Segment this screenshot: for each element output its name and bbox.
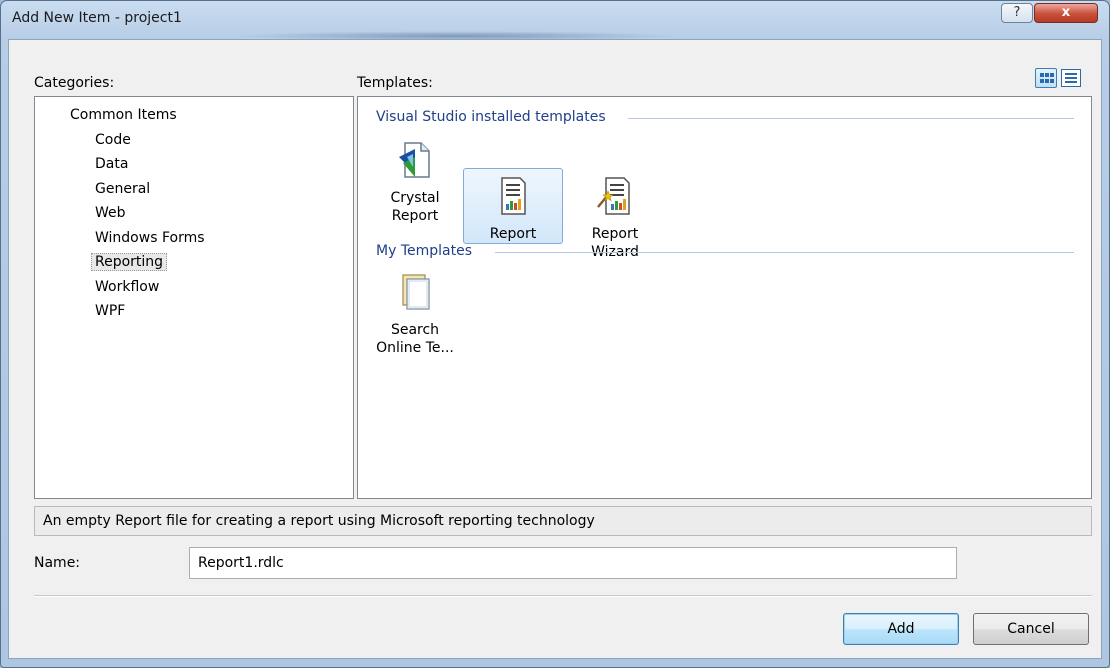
template-label: Report xyxy=(591,226,639,242)
report-icon xyxy=(493,175,533,217)
template-label: Report xyxy=(391,208,439,224)
dialog-title: Add New Item - project1 xyxy=(12,10,182,26)
categories-tree[interactable]: Common Items Code Data General Web Windo… xyxy=(34,96,354,499)
group-divider xyxy=(628,118,1074,119)
help-button[interactable]: ? xyxy=(1001,3,1033,23)
add-button[interactable]: Add xyxy=(843,613,959,645)
category-general[interactable]: General xyxy=(91,180,154,198)
group-header-my-templates: My Templates xyxy=(376,243,472,259)
search-online-templates-icon xyxy=(395,271,435,313)
category-workflow[interactable]: Workflow xyxy=(91,278,163,296)
category-wpf[interactable]: WPF xyxy=(91,302,129,320)
template-search-online[interactable]: Search Online Te... xyxy=(365,264,465,374)
category-common-items[interactable]: Common Items xyxy=(66,106,181,124)
add-new-item-dialog: Add New Item - project1 ? x Categories: … xyxy=(0,0,1110,668)
name-input[interactable] xyxy=(189,547,957,579)
large-icons-view-button[interactable] xyxy=(1035,68,1057,88)
template-label: Search xyxy=(390,322,440,338)
category-data[interactable]: Data xyxy=(91,155,132,173)
template-description: An empty Report file for creating a repo… xyxy=(34,506,1092,536)
report-wizard-icon xyxy=(595,175,635,217)
template-label: Online Te... xyxy=(376,340,454,356)
template-report-wizard[interactable]: Report Wizard xyxy=(565,168,665,268)
cancel-button[interactable]: Cancel xyxy=(973,613,1089,645)
name-label: Name: xyxy=(34,555,81,571)
category-code[interactable]: Code xyxy=(91,131,135,149)
templates-list[interactable]: Visual Studio installed templates Crysta… xyxy=(357,96,1092,499)
templates-label: Templates: xyxy=(357,75,433,91)
categories-label: Categories: xyxy=(34,75,115,91)
template-crystal-report[interactable]: Crystal Report xyxy=(365,132,465,232)
dialog-client-area: Categories: Templates: Common Items Code… xyxy=(8,39,1102,659)
group-header-installed: Visual Studio installed templates xyxy=(376,109,606,125)
crystal-report-icon xyxy=(395,139,435,181)
dialog-separator xyxy=(34,595,1092,597)
category-reporting[interactable]: Reporting xyxy=(91,253,168,271)
template-report[interactable]: Report xyxy=(463,168,563,244)
title-bar[interactable]: Add New Item - project1 ? x xyxy=(1,1,1109,41)
category-windows-forms[interactable]: Windows Forms xyxy=(91,229,209,247)
template-label: Report xyxy=(489,226,537,242)
category-web[interactable]: Web xyxy=(91,204,130,222)
close-icon: x xyxy=(1061,5,1071,20)
small-icons-view-button[interactable] xyxy=(1061,69,1081,87)
group-divider xyxy=(495,252,1074,253)
close-button[interactable]: x xyxy=(1034,3,1098,23)
template-label: Crystal xyxy=(390,190,440,206)
help-icon: ? xyxy=(1013,5,1021,20)
